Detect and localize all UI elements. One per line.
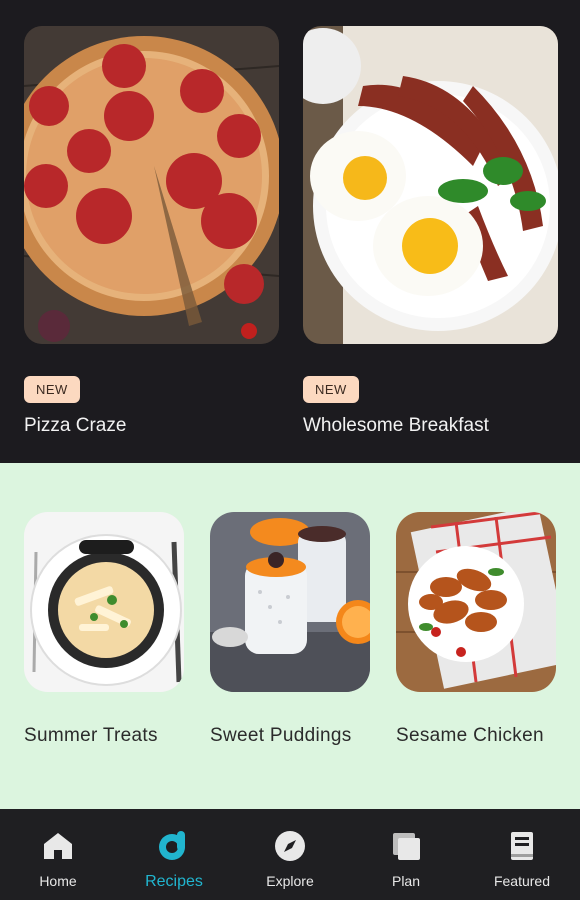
recipes-icon	[157, 829, 191, 863]
recipe-card-summer-treats[interactable]: Summer Treats	[24, 512, 184, 747]
recipes-collection-section: Summer Treats Sweet Puddings Sesame Chic…	[0, 463, 580, 809]
breakfast-image	[303, 26, 558, 344]
featured-title: Pizza Craze	[24, 415, 127, 436]
nav-item-recipes[interactable]: Recipes	[116, 809, 232, 900]
app-screen: NEW Pizza Craze NEW Wholesome Breakfast …	[0, 0, 580, 900]
nav-item-featured[interactable]: Featured	[464, 809, 580, 900]
recipe-title: Sweet Puddings	[210, 725, 352, 746]
nav-label: Home	[39, 873, 77, 889]
puddings-image	[210, 512, 370, 692]
pizza-image	[24, 26, 279, 344]
featured-card-pizza[interactable]: NEW Pizza Craze	[24, 26, 279, 437]
compass-icon	[273, 829, 307, 863]
recipe-card-sesame-chicken[interactable]: Sesame Chicken	[396, 512, 556, 747]
featured-card-breakfast[interactable]: NEW Wholesome Breakfast	[303, 26, 558, 437]
nav-label: Explore	[266, 873, 314, 889]
nav-label: Recipes	[145, 873, 203, 890]
new-badge: NEW	[24, 376, 80, 403]
nav-label: Featured	[493, 873, 551, 889]
bottom-navigation: Home Recipes Explore Plan Featured	[0, 809, 580, 900]
book-icon	[505, 829, 539, 863]
nav-label: Plan	[391, 873, 421, 889]
recipe-title: Summer Treats	[24, 725, 158, 746]
recipe-title: Sesame Chicken	[396, 725, 544, 746]
home-icon	[41, 829, 75, 863]
plan-icon	[389, 829, 423, 863]
recipe-card-sweet-puddings[interactable]: Sweet Puddings	[210, 512, 370, 747]
nav-item-explore[interactable]: Explore	[232, 809, 348, 900]
nav-item-plan[interactable]: Plan	[348, 809, 464, 900]
featured-section: NEW Pizza Craze NEW Wholesome Breakfast	[0, 0, 580, 463]
nav-item-home[interactable]: Home	[0, 809, 116, 900]
pasta-image	[24, 512, 184, 692]
new-badge: NEW	[303, 376, 359, 403]
chicken-image	[396, 512, 556, 692]
featured-title: Wholesome Breakfast	[303, 415, 489, 436]
